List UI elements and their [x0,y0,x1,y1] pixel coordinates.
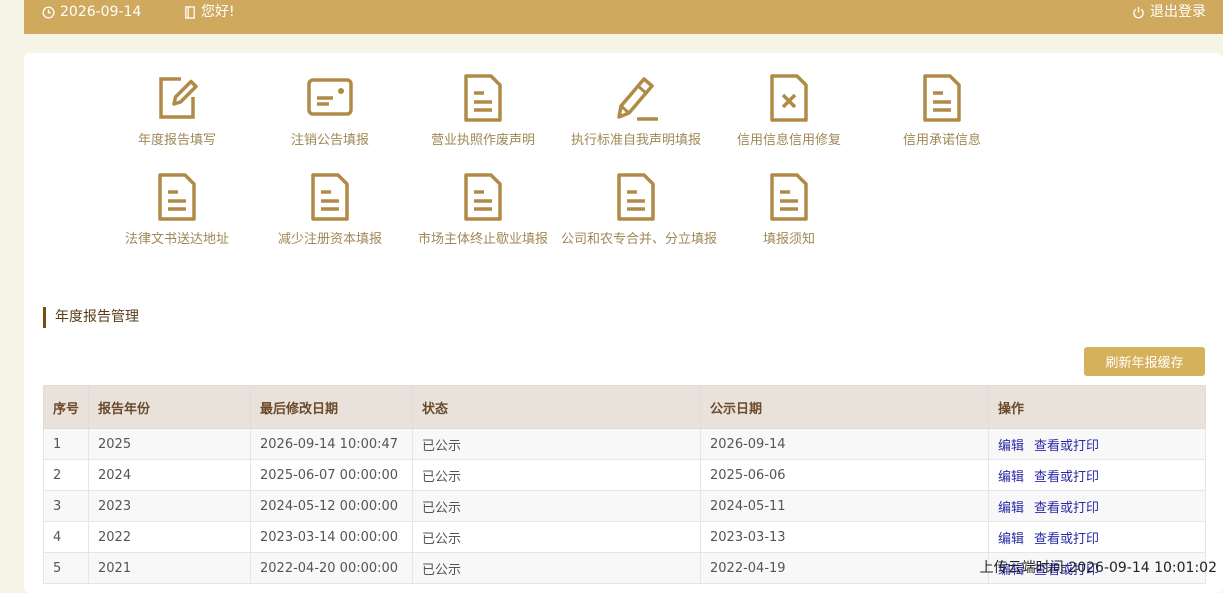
view-print-link[interactable]: 查看或打印 [1034,532,1099,547]
cell-modified: 2025-06-07 00:00:00 [250,459,413,491]
table-row: 3 2023 2024-05-12 00:00:00 已公示 2024-05-1… [43,490,1206,522]
func-credit-repair[interactable]: 信用信息信用修复 [714,73,864,148]
cell-actions: 编辑 查看或打印 [988,490,1206,522]
table-row: 1 2025 2026-09-14 10:00:47 已公示 2026-09-1… [43,428,1206,460]
func-capital-reduction[interactable]: 减少注册资本填报 [255,172,405,247]
cell-year: 2023 [88,490,251,522]
func-merger-split[interactable]: 公司和农专合并、分立填报 [561,172,718,247]
document-icon [923,74,961,122]
pencil-icon [617,77,658,121]
date-display: 2026-09-14 [42,0,141,25]
edit-link[interactable]: 编辑 [998,470,1024,485]
upload-time-text: 上传云端时间:2026-09-14 10:01:02 [979,560,1217,576]
edit-icon [159,77,198,119]
table-row: 4 2022 2023-03-14 00:00:00 已公示 2023-03-1… [43,521,1206,553]
edit-link[interactable]: 编辑 [998,532,1024,547]
func-label: 信用信息信用修复 [736,133,841,148]
refresh-cache-button[interactable]: 刷新年报缓存 [1084,347,1205,376]
document-icon [617,173,655,221]
cell-publish: 2022-04-19 [700,552,989,584]
cell-no: 2 [43,459,89,491]
clock-icon [42,6,55,19]
func-annual-report[interactable]: 年度报告填写 [102,73,252,148]
func-label: 减少注册资本填报 [277,232,382,247]
func-label: 注销公告填报 [290,133,369,148]
document-icon [158,173,196,221]
edit-link[interactable]: 编辑 [998,439,1024,454]
func-label: 信用承诺信息 [902,133,981,148]
func-license-void[interactable]: 营业执照作废声明 [408,73,558,148]
greeting-text: 您好! [201,4,235,20]
func-label: 法律文书送达地址 [124,232,229,247]
cell-status: 已公示 [412,459,701,491]
view-print-link[interactable]: 查看或打印 [1034,501,1099,516]
func-label: 市场主体终止歇业填报 [417,232,548,247]
cell-modified: 2026-09-14 10:00:47 [250,428,413,460]
table-header-row: 序号 报告年份 最后修改日期 状态 公示日期 操作 [43,385,1206,429]
cell-publish: 2024-05-11 [700,490,989,522]
document-icon [770,173,808,221]
logout-label: 退出登录 [1150,4,1206,20]
section-title: 年度报告管理 [43,307,139,328]
col-header-publish: 公示日期 [700,385,989,429]
edit-link[interactable]: 编辑 [998,501,1024,516]
cell-modified: 2023-03-14 00:00:00 [250,521,413,553]
logout-button[interactable]: 退出登录 [1132,0,1206,25]
col-header-no: 序号 [43,385,89,429]
func-credit-commitment[interactable]: 信用承诺信息 [867,73,1017,148]
view-print-link[interactable]: 查看或打印 [1034,439,1099,454]
cell-no: 4 [43,521,89,553]
col-header-actions: 操作 [988,385,1206,429]
top-bar: 2026-09-14 您好! 退出登录 [24,0,1223,34]
greeting: 您好! [184,0,235,25]
func-deregistration[interactable]: 注销公告填报 [255,73,405,148]
cell-year: 2025 [88,428,251,460]
cell-year: 2024 [88,459,251,491]
func-label: 执行标准自我声明填报 [570,133,701,148]
cell-no: 5 [43,552,89,584]
document-icon [311,173,349,221]
cell-modified: 2024-05-12 00:00:00 [250,490,413,522]
document-icon [464,173,502,221]
cell-year: 2021 [88,552,251,584]
cell-publish: 2023-03-13 [700,521,989,553]
date-text: 2026-09-14 [60,4,142,20]
cell-actions: 编辑 查看或打印 [988,428,1206,460]
book-icon [185,6,195,19]
cell-publish: 2026-09-14 [700,428,989,460]
view-print-link[interactable]: 查看或打印 [1034,470,1099,485]
cell-status: 已公示 [412,490,701,522]
cell-year: 2022 [88,521,251,553]
document-x-icon [770,74,808,122]
annual-report-table: 序号 报告年份 最后修改日期 状态 公示日期 操作 1 2025 2026-09… [43,385,1206,584]
cell-no: 1 [43,428,89,460]
cell-status: 已公示 [412,552,701,584]
main-panel: 年度报告填写 注销公告填报 营业执照作废声明 执行标准自我声明填报 信用信息信用… [24,53,1223,593]
card-icon [307,78,353,116]
document-icon [464,74,502,122]
col-header-year: 报告年份 [88,385,251,429]
cell-publish: 2025-06-06 [700,459,989,491]
func-termination[interactable]: 市场主体终止歇业填报 [408,172,558,247]
cell-status: 已公示 [412,428,701,460]
func-label: 营业执照作废声明 [430,133,535,148]
table-row: 2 2024 2025-06-07 00:00:00 已公示 2025-06-0… [43,459,1206,491]
cell-actions: 编辑 查看或打印 [988,521,1206,553]
func-filing-notice[interactable]: 填报须知 [714,172,864,247]
func-label: 年度报告填写 [137,133,216,148]
cell-status: 已公示 [412,521,701,553]
func-standard-declaration[interactable]: 执行标准自我声明填报 [561,73,711,148]
power-icon [1133,6,1144,19]
cell-no: 3 [43,490,89,522]
col-header-modified: 最后修改日期 [250,385,413,429]
cell-modified: 2022-04-20 00:00:00 [250,552,413,584]
col-header-status: 状态 [412,385,701,429]
cell-actions: 编辑 查看或打印 [988,459,1206,491]
func-legal-address[interactable]: 法律文书送达地址 [102,172,252,247]
func-label: 填报须知 [762,232,815,247]
func-label: 公司和农专合并、分立填报 [561,232,718,247]
